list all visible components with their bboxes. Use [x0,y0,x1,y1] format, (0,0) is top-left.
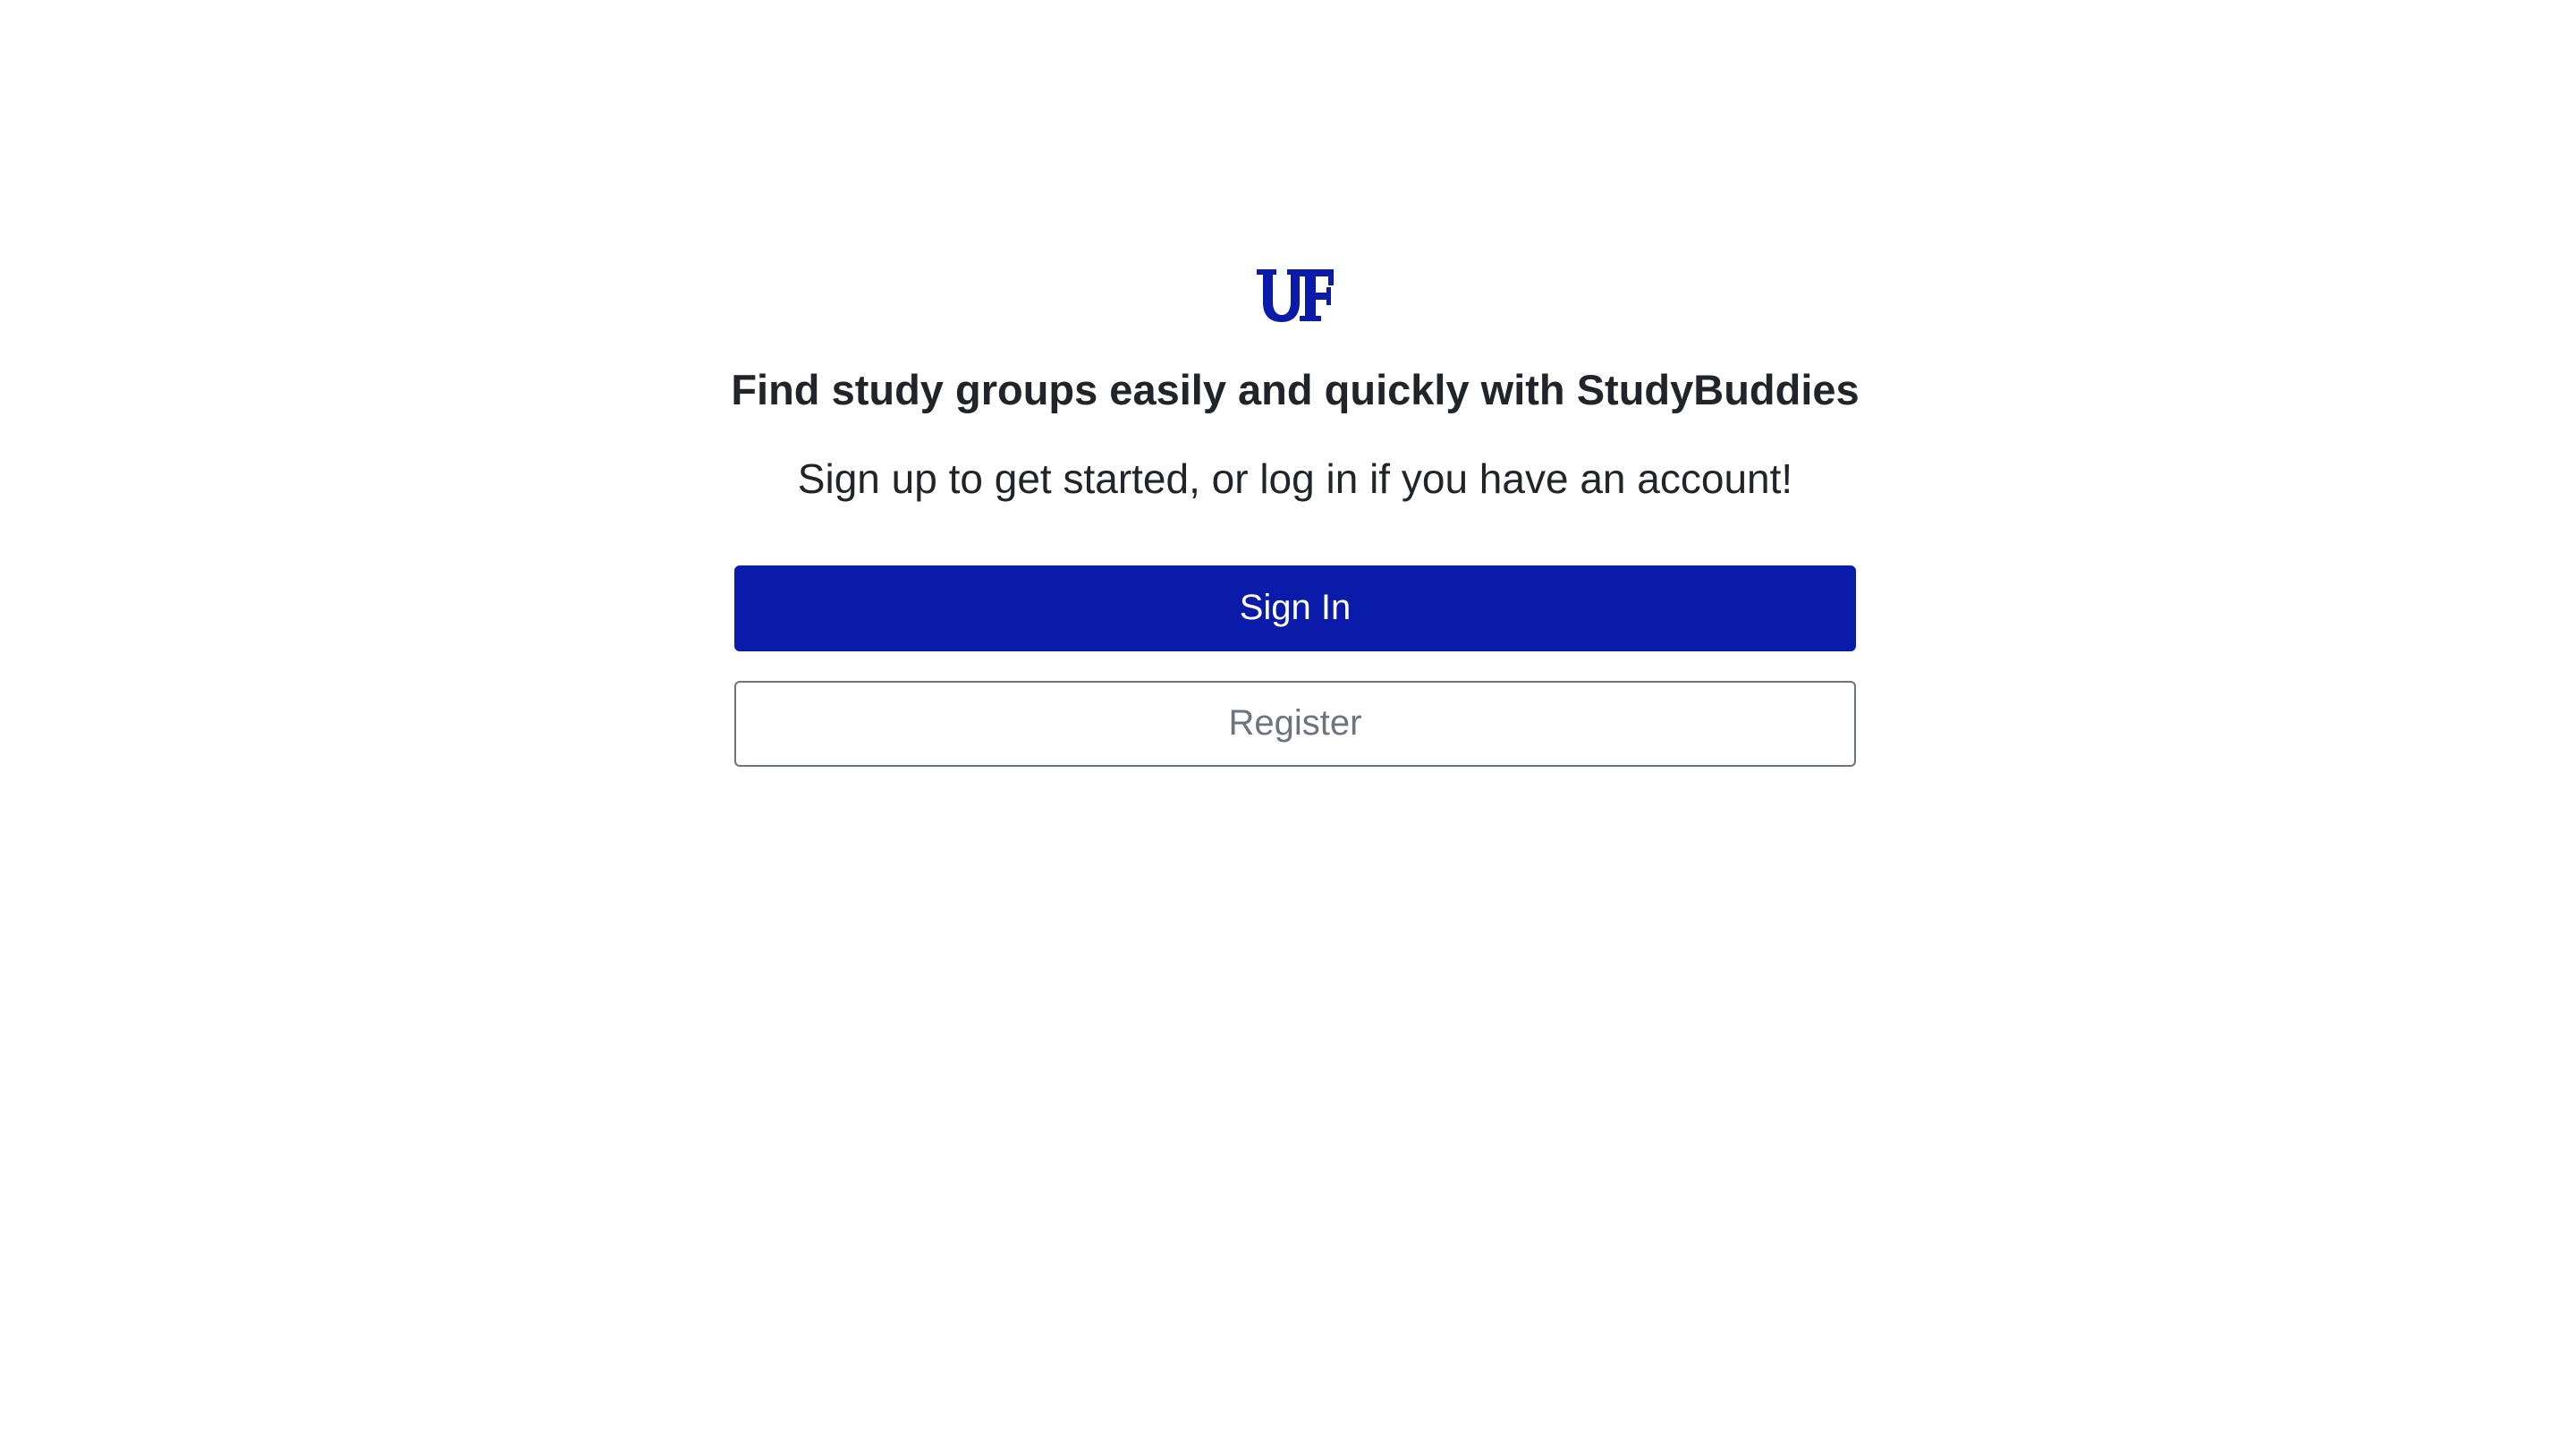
uf-logo-mark [1257,269,1334,322]
register-button[interactable]: Register [734,680,1856,767]
auth-panel: Find study groups easily and quickly wit… [731,259,1860,767]
page-headline: Find study groups easily and quickly wit… [731,366,1860,413]
page-subheading: Sign up to get started, or log in if you… [797,455,1793,503]
uf-logo [1255,259,1335,331]
landing-page: Find study groups easily and quickly wit… [0,0,2576,1453]
sign-in-button[interactable]: Sign In [734,565,1856,651]
